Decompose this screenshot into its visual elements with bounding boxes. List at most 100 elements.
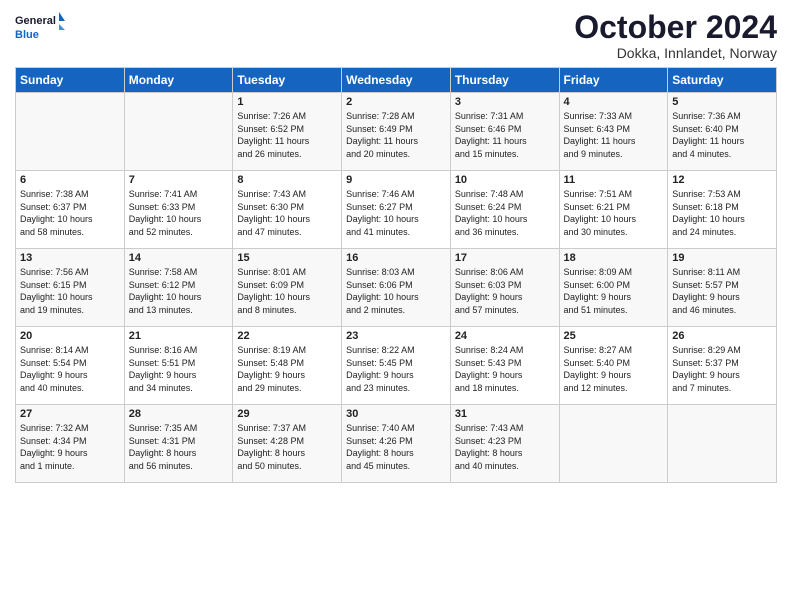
calendar-cell: 27 Sunrise: 7:32 AM Sunset: 4:34 PM Dayli…: [16, 405, 125, 483]
week-row-1: 1 Sunrise: 7:26 AM Sunset: 6:52 PM Daylig…: [16, 93, 777, 171]
calendar-cell: 8Sunrise: 7:43 AM Sunset: 6:30 PM Daylig…: [233, 171, 342, 249]
svg-text:Blue: Blue: [15, 29, 39, 41]
day-number: 17: [455, 252, 555, 264]
day-number: 26: [672, 330, 772, 342]
day-number: 11: [564, 174, 664, 186]
day-info: Sunrise: 8:22 AM Sunset: 5:45 PM Dayligh…: [346, 344, 446, 394]
day-info: Sunrise: 8:29 AM Sunset: 5:37 PM Dayligh…: [672, 344, 772, 394]
day-number: 13: [20, 252, 120, 264]
day-info: Sunrise: 7:36 AM Sunset: 6:40 PM Dayligh…: [672, 110, 772, 160]
day-info: Sunrise: 7:35 AM Sunset: 4:31 PM Dayligh…: [129, 422, 229, 472]
day-info: Sunrise: 8:06 AM Sunset: 6:03 PM Dayligh…: [455, 266, 555, 316]
calendar-cell: 6 Sunrise: 7:38 AM Sunset: 6:37 PM Daylig…: [16, 171, 125, 249]
day-info: Sunrise: 7:58 AM Sunset: 6:12 PM Dayligh…: [129, 266, 229, 316]
day-number: 22: [237, 330, 337, 342]
calendar-cell: [124, 93, 233, 171]
day-info: Sunrise: 7:56 AM Sunset: 6:15 PM Dayligh…: [20, 266, 120, 316]
day-info: Sunrise: 8:14 AM Sunset: 5:54 PM Dayligh…: [20, 344, 120, 394]
day-info: Sunrise: 8:16 AM Sunset: 5:51 PM Dayligh…: [129, 344, 229, 394]
calendar-cell: 29Sunrise: 7:37 AM Sunset: 4:28 PM Dayli…: [233, 405, 342, 483]
calendar-cell: 15 Sunrise: 8:01 AM Sunset: 6:09 PM Dayli…: [233, 249, 342, 327]
day-number: 21: [129, 330, 229, 342]
week-row-3: 13 Sunrise: 7:56 AM Sunset: 6:15 PM Dayli…: [16, 249, 777, 327]
day-info: Sunrise: 7:32 AM Sunset: 4:34 PM Dayligh…: [20, 422, 120, 472]
calendar-cell: 9Sunrise: 7:46 AM Sunset: 6:27 PM Daylig…: [342, 171, 451, 249]
day-info: Sunrise: 7:43 AM Sunset: 6:30 PM Dayligh…: [237, 188, 337, 238]
column-header-friday: Friday: [559, 68, 668, 93]
calendar-cell: [668, 405, 777, 483]
calendar-cell: 17 Sunrise: 8:06 AM Sunset: 6:03 PM Dayli…: [450, 249, 559, 327]
calendar-cell: 5 Sunrise: 7:36 AM Sunset: 6:40 PM Daylig…: [668, 93, 777, 171]
title-block: October 2024 Dokka, Innlandet, Norway: [574, 10, 777, 61]
day-info: Sunrise: 7:41 AM Sunset: 6:33 PM Dayligh…: [129, 188, 229, 238]
day-number: 5: [672, 96, 772, 108]
header-row: SundayMondayTuesdayWednesdayThursdayFrid…: [16, 68, 777, 93]
day-info: Sunrise: 7:31 AM Sunset: 6:46 PM Dayligh…: [455, 110, 555, 160]
calendar-cell: 25Sunrise: 8:27 AM Sunset: 5:40 PM Dayli…: [559, 327, 668, 405]
day-number: 31: [455, 408, 555, 420]
calendar-cell: 14 Sunrise: 7:58 AM Sunset: 6:12 PM Dayli…: [124, 249, 233, 327]
column-header-monday: Monday: [124, 68, 233, 93]
week-row-5: 27 Sunrise: 7:32 AM Sunset: 4:34 PM Dayli…: [16, 405, 777, 483]
day-number: 19: [672, 252, 772, 264]
day-number: 27: [20, 408, 120, 420]
day-number: 30: [346, 408, 446, 420]
calendar-cell: 20 Sunrise: 8:14 AM Sunset: 5:54 PM Dayli…: [16, 327, 125, 405]
header: General Blue October 2024 Dokka, Innland…: [15, 10, 777, 61]
day-info: Sunrise: 7:28 AM Sunset: 6:49 PM Dayligh…: [346, 110, 446, 160]
calendar-cell: 21 Sunrise: 8:16 AM Sunset: 5:51 PM Dayli…: [124, 327, 233, 405]
calendar-cell: [559, 405, 668, 483]
day-number: 12: [672, 174, 772, 186]
day-number: 24: [455, 330, 555, 342]
day-number: 29: [237, 408, 337, 420]
calendar-cell: 2 Sunrise: 7:28 AM Sunset: 6:49 PM Daylig…: [342, 93, 451, 171]
calendar-cell: 12Sunrise: 7:53 AM Sunset: 6:18 PM Dayli…: [668, 171, 777, 249]
day-info: Sunrise: 7:48 AM Sunset: 6:24 PM Dayligh…: [455, 188, 555, 238]
day-number: 1: [237, 96, 337, 108]
calendar-cell: 24 Sunrise: 8:24 AM Sunset: 5:43 PM Dayli…: [450, 327, 559, 405]
page-title: October 2024: [574, 10, 777, 45]
calendar-cell: 11Sunrise: 7:51 AM Sunset: 6:21 PM Dayli…: [559, 171, 668, 249]
calendar-cell: 19 Sunrise: 8:11 AM Sunset: 5:57 PM Dayli…: [668, 249, 777, 327]
calendar-cell: [16, 93, 125, 171]
calendar-table: SundayMondayTuesdayWednesdayThursdayFrid…: [15, 67, 777, 483]
calendar-cell: 31Sunrise: 7:43 AM Sunset: 4:23 PM Dayli…: [450, 405, 559, 483]
day-number: 7: [129, 174, 229, 186]
column-header-tuesday: Tuesday: [233, 68, 342, 93]
day-number: 28: [129, 408, 229, 420]
day-info: Sunrise: 8:01 AM Sunset: 6:09 PM Dayligh…: [237, 266, 337, 316]
logo: General Blue: [15, 10, 65, 46]
day-number: 3: [455, 96, 555, 108]
day-number: 25: [564, 330, 664, 342]
day-info: Sunrise: 7:26 AM Sunset: 6:52 PM Dayligh…: [237, 110, 337, 160]
day-number: 2: [346, 96, 446, 108]
day-info: Sunrise: 8:09 AM Sunset: 6:00 PM Dayligh…: [564, 266, 664, 316]
calendar-cell: 28 Sunrise: 7:35 AM Sunset: 4:31 PM Dayli…: [124, 405, 233, 483]
svg-text:General: General: [15, 15, 56, 27]
page-subtitle: Dokka, Innlandet, Norway: [574, 45, 777, 61]
calendar-cell: 22Sunrise: 8:19 AM Sunset: 5:48 PM Dayli…: [233, 327, 342, 405]
week-row-2: 6 Sunrise: 7:38 AM Sunset: 6:37 PM Daylig…: [16, 171, 777, 249]
day-number: 20: [20, 330, 120, 342]
week-row-4: 20 Sunrise: 8:14 AM Sunset: 5:54 PM Dayli…: [16, 327, 777, 405]
calendar-cell: 10 Sunrise: 7:48 AM Sunset: 6:24 PM Dayli…: [450, 171, 559, 249]
calendar-cell: 13 Sunrise: 7:56 AM Sunset: 6:15 PM Dayli…: [16, 249, 125, 327]
column-header-wednesday: Wednesday: [342, 68, 451, 93]
day-number: 14: [129, 252, 229, 264]
day-info: Sunrise: 8:11 AM Sunset: 5:57 PM Dayligh…: [672, 266, 772, 316]
day-number: 15: [237, 252, 337, 264]
day-number: 6: [20, 174, 120, 186]
day-info: Sunrise: 7:38 AM Sunset: 6:37 PM Dayligh…: [20, 188, 120, 238]
calendar-cell: 4 Sunrise: 7:33 AM Sunset: 6:43 PM Daylig…: [559, 93, 668, 171]
day-number: 10: [455, 174, 555, 186]
page-container: General Blue October 2024 Dokka, Innland…: [0, 0, 792, 488]
day-info: Sunrise: 7:33 AM Sunset: 6:43 PM Dayligh…: [564, 110, 664, 160]
calendar-cell: 16Sunrise: 8:03 AM Sunset: 6:06 PM Dayli…: [342, 249, 451, 327]
logo-svg: General Blue: [15, 10, 65, 46]
calendar-cell: 26 Sunrise: 8:29 AM Sunset: 5:37 PM Dayli…: [668, 327, 777, 405]
day-info: Sunrise: 8:24 AM Sunset: 5:43 PM Dayligh…: [455, 344, 555, 394]
column-header-sunday: Sunday: [16, 68, 125, 93]
day-number: 4: [564, 96, 664, 108]
column-header-thursday: Thursday: [450, 68, 559, 93]
calendar-cell: 3 Sunrise: 7:31 AM Sunset: 6:46 PM Daylig…: [450, 93, 559, 171]
